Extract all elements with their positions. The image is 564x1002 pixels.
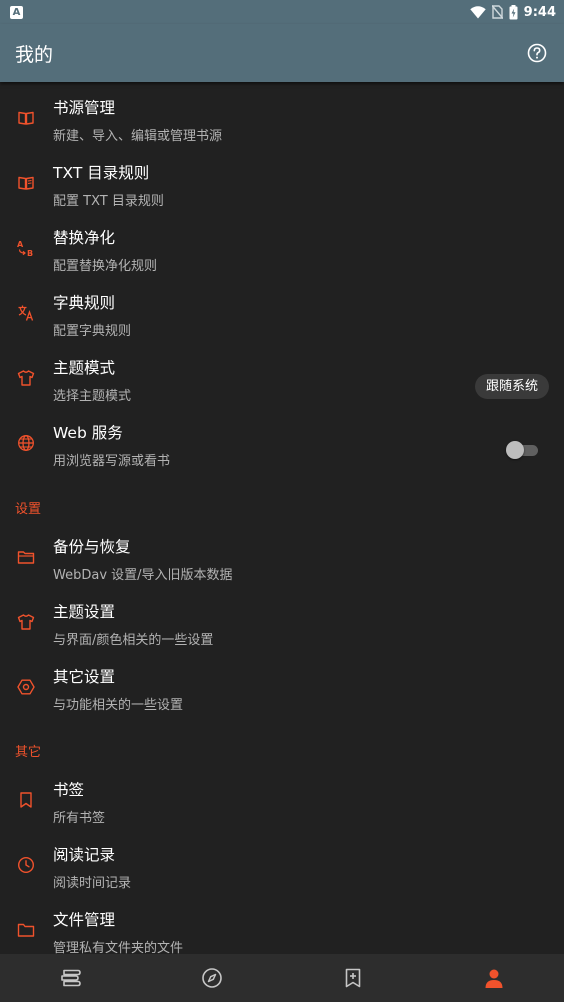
translate-icon bbox=[18, 305, 34, 321]
item-title: 主题模式 bbox=[53, 359, 116, 377]
folder-open-icon bbox=[17, 551, 35, 564]
wifi-icon bbox=[469, 5, 486, 19]
bookmark-add-icon bbox=[345, 968, 360, 988]
svg-text:A: A bbox=[17, 240, 24, 249]
battery-icon bbox=[509, 4, 518, 19]
settings-list: 书源管理 新建、导入、编辑或管理书源 TXT 目录规则 配置 TXT 目录规则 … bbox=[0, 82, 564, 954]
folder-icon bbox=[17, 923, 35, 937]
item-subtitle: 选择主题模式 bbox=[53, 389, 132, 404]
nav-bookshelf[interactable] bbox=[0, 954, 141, 1002]
item-title: 文件管理 bbox=[53, 911, 116, 929]
menu-item-web-service[interactable]: Web 服务 用浏览器写源或看书 bbox=[0, 411, 564, 476]
no-sim-icon bbox=[491, 5, 503, 19]
menu-item-replace-rules[interactable]: AB 替换净化 配置替换净化规则 bbox=[0, 216, 564, 281]
app-bar: 我的 bbox=[0, 24, 564, 82]
bookmark-icon bbox=[20, 792, 32, 808]
menu-item-other-settings[interactable]: 其它设置 与功能相关的一些设置 bbox=[0, 655, 564, 720]
item-title: 替换净化 bbox=[53, 229, 116, 247]
clock-text: 9:44 bbox=[523, 4, 556, 20]
nav-rss[interactable] bbox=[282, 954, 423, 1002]
item-subtitle: 与功能相关的一些设置 bbox=[53, 698, 184, 713]
status-bar: A 9:44 bbox=[0, 0, 564, 24]
page-title: 我的 bbox=[15, 43, 54, 66]
menu-item-book-source[interactable]: 书源管理 新建、导入、编辑或管理书源 bbox=[0, 86, 564, 151]
book-open-icon bbox=[18, 176, 34, 190]
menu-item-file-manager[interactable]: 文件管理 管理私有文件夹的文件 bbox=[0, 898, 564, 954]
item-title: Web 服务 bbox=[53, 424, 123, 442]
item-subtitle: 阅读时间记录 bbox=[53, 876, 132, 891]
item-subtitle: 与界面/颜色相关的一些设置 bbox=[53, 633, 214, 648]
item-subtitle: 配置字典规则 bbox=[53, 324, 132, 339]
replace-ab-icon: AB bbox=[17, 240, 33, 257]
nav-my[interactable] bbox=[423, 954, 564, 1002]
menu-item-dictionary-rules[interactable]: 字典规则 配置字典规则 bbox=[0, 281, 564, 346]
toggle-thumb bbox=[506, 441, 524, 459]
bookshelf-icon bbox=[60, 969, 81, 987]
web-service-toggle[interactable] bbox=[506, 441, 540, 459]
svg-text:B: B bbox=[27, 249, 33, 257]
clock-icon bbox=[17, 856, 35, 874]
section-header-other: 其它 bbox=[15, 745, 42, 760]
tshirt-icon bbox=[17, 614, 35, 630]
item-title: 主题设置 bbox=[53, 603, 116, 621]
item-subtitle: 新建、导入、编辑或管理书源 bbox=[53, 129, 223, 144]
item-subtitle: 用浏览器写源或看书 bbox=[53, 454, 171, 469]
menu-item-backup-restore[interactable]: 备份与恢复 WebDav 设置/导入旧版本数据 bbox=[0, 525, 564, 590]
tshirt-icon bbox=[17, 370, 35, 386]
notification-a-icon: A bbox=[10, 5, 23, 19]
help-button[interactable] bbox=[526, 42, 548, 64]
item-title: 其它设置 bbox=[53, 668, 116, 686]
globe-icon bbox=[18, 435, 34, 451]
item-subtitle: WebDav 设置/导入旧版本数据 bbox=[53, 568, 233, 583]
menu-item-theme-settings[interactable]: 主题设置 与界面/颜色相关的一些设置 bbox=[0, 590, 564, 655]
item-subtitle: 配置替换净化规则 bbox=[53, 259, 158, 274]
item-subtitle: 管理私有文件夹的文件 bbox=[53, 941, 184, 954]
theme-mode-value-chip[interactable]: 跟随系统 bbox=[474, 374, 549, 399]
item-title: 备份与恢复 bbox=[53, 538, 131, 556]
person-icon bbox=[485, 969, 502, 988]
menu-item-txt-toc-rules[interactable]: TXT 目录规则 配置 TXT 目录规则 bbox=[0, 151, 564, 216]
item-subtitle: 配置 TXT 目录规则 bbox=[53, 194, 164, 209]
compass-icon bbox=[201, 968, 222, 988]
book-open-icon bbox=[18, 111, 34, 125]
item-title: 阅读记录 bbox=[53, 846, 116, 864]
hexagon-settings-icon bbox=[17, 679, 35, 695]
help-circle-icon bbox=[527, 43, 547, 63]
item-title: 字典规则 bbox=[53, 294, 116, 312]
nav-explore[interactable] bbox=[141, 954, 282, 1002]
item-subtitle: 所有书签 bbox=[53, 811, 106, 826]
item-title: TXT 目录规则 bbox=[53, 164, 150, 182]
menu-item-theme-mode[interactable]: 主题模式 选择主题模式 跟随系统 bbox=[0, 346, 564, 411]
section-header-settings: 设置 bbox=[15, 502, 42, 517]
item-title: 书源管理 bbox=[53, 99, 116, 117]
menu-item-bookmarks[interactable]: 书签 所有书签 bbox=[0, 768, 564, 833]
bottom-navigation bbox=[0, 954, 564, 1002]
item-title: 书签 bbox=[53, 781, 85, 799]
menu-item-read-records[interactable]: 阅读记录 阅读时间记录 bbox=[0, 833, 564, 898]
